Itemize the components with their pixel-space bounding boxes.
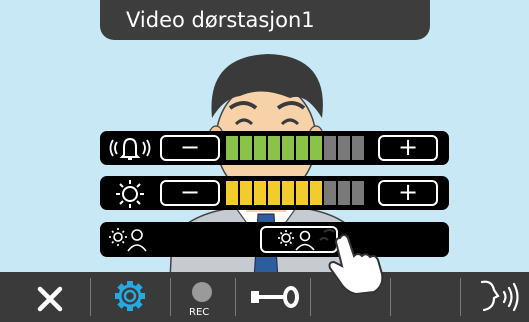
bell-volume-icon	[109, 137, 151, 160]
settings-icon	[115, 281, 145, 311]
window-title: Video dørstasjon1	[100, 0, 430, 40]
toolbar-divider	[460, 278, 461, 316]
brightness-level-bar	[226, 181, 366, 205]
intercom-screen: Video dørstasjon1 − + − + REC	[0, 0, 529, 322]
toolbar-divider	[90, 278, 91, 316]
toolbar-divider	[390, 278, 391, 316]
close-icon	[37, 286, 63, 312]
level-segment	[296, 136, 308, 160]
volume-level-bar	[226, 136, 366, 160]
level-segment	[254, 181, 266, 205]
talk-button[interactable]	[468, 272, 528, 322]
level-segment	[240, 136, 252, 160]
backlight-control	[100, 222, 449, 257]
toolbar-divider	[170, 278, 171, 316]
brightness-control: − +	[100, 176, 449, 210]
level-segment	[282, 136, 294, 160]
level-segment	[324, 136, 336, 160]
toolbar-divider	[310, 278, 311, 316]
level-segment	[268, 181, 280, 205]
level-segment	[338, 136, 350, 160]
level-segment	[324, 181, 336, 205]
brightness-increase-button[interactable]: +	[378, 180, 438, 206]
bottom-toolbar	[0, 272, 529, 322]
level-segment	[254, 136, 266, 160]
level-segment	[352, 136, 364, 160]
level-segment	[338, 181, 350, 205]
talk-icon	[480, 280, 519, 312]
level-segment	[296, 181, 308, 205]
volume-decrease-button[interactable]: −	[160, 135, 220, 161]
door-release-button[interactable]	[245, 272, 305, 322]
level-segment	[240, 181, 252, 205]
volume-increase-button[interactable]: +	[378, 135, 438, 161]
settings-button[interactable]	[100, 272, 160, 322]
ring-volume-control: − +	[100, 131, 449, 165]
level-segment	[282, 181, 294, 205]
level-segment	[226, 181, 238, 205]
level-segment	[310, 181, 322, 205]
hand-pointer-icon	[319, 229, 384, 296]
close-button[interactable]	[20, 272, 80, 322]
backlight-person-icon	[109, 228, 147, 252]
level-segment	[226, 136, 238, 160]
level-segment	[352, 181, 364, 205]
level-segment	[268, 136, 280, 160]
level-segment	[310, 136, 322, 160]
brightness-decrease-button[interactable]: −	[160, 180, 220, 206]
record-label: REC	[189, 307, 210, 318]
door-release-icon	[251, 286, 299, 308]
brightness-icon	[116, 180, 144, 208]
toolbar-divider	[235, 278, 236, 316]
